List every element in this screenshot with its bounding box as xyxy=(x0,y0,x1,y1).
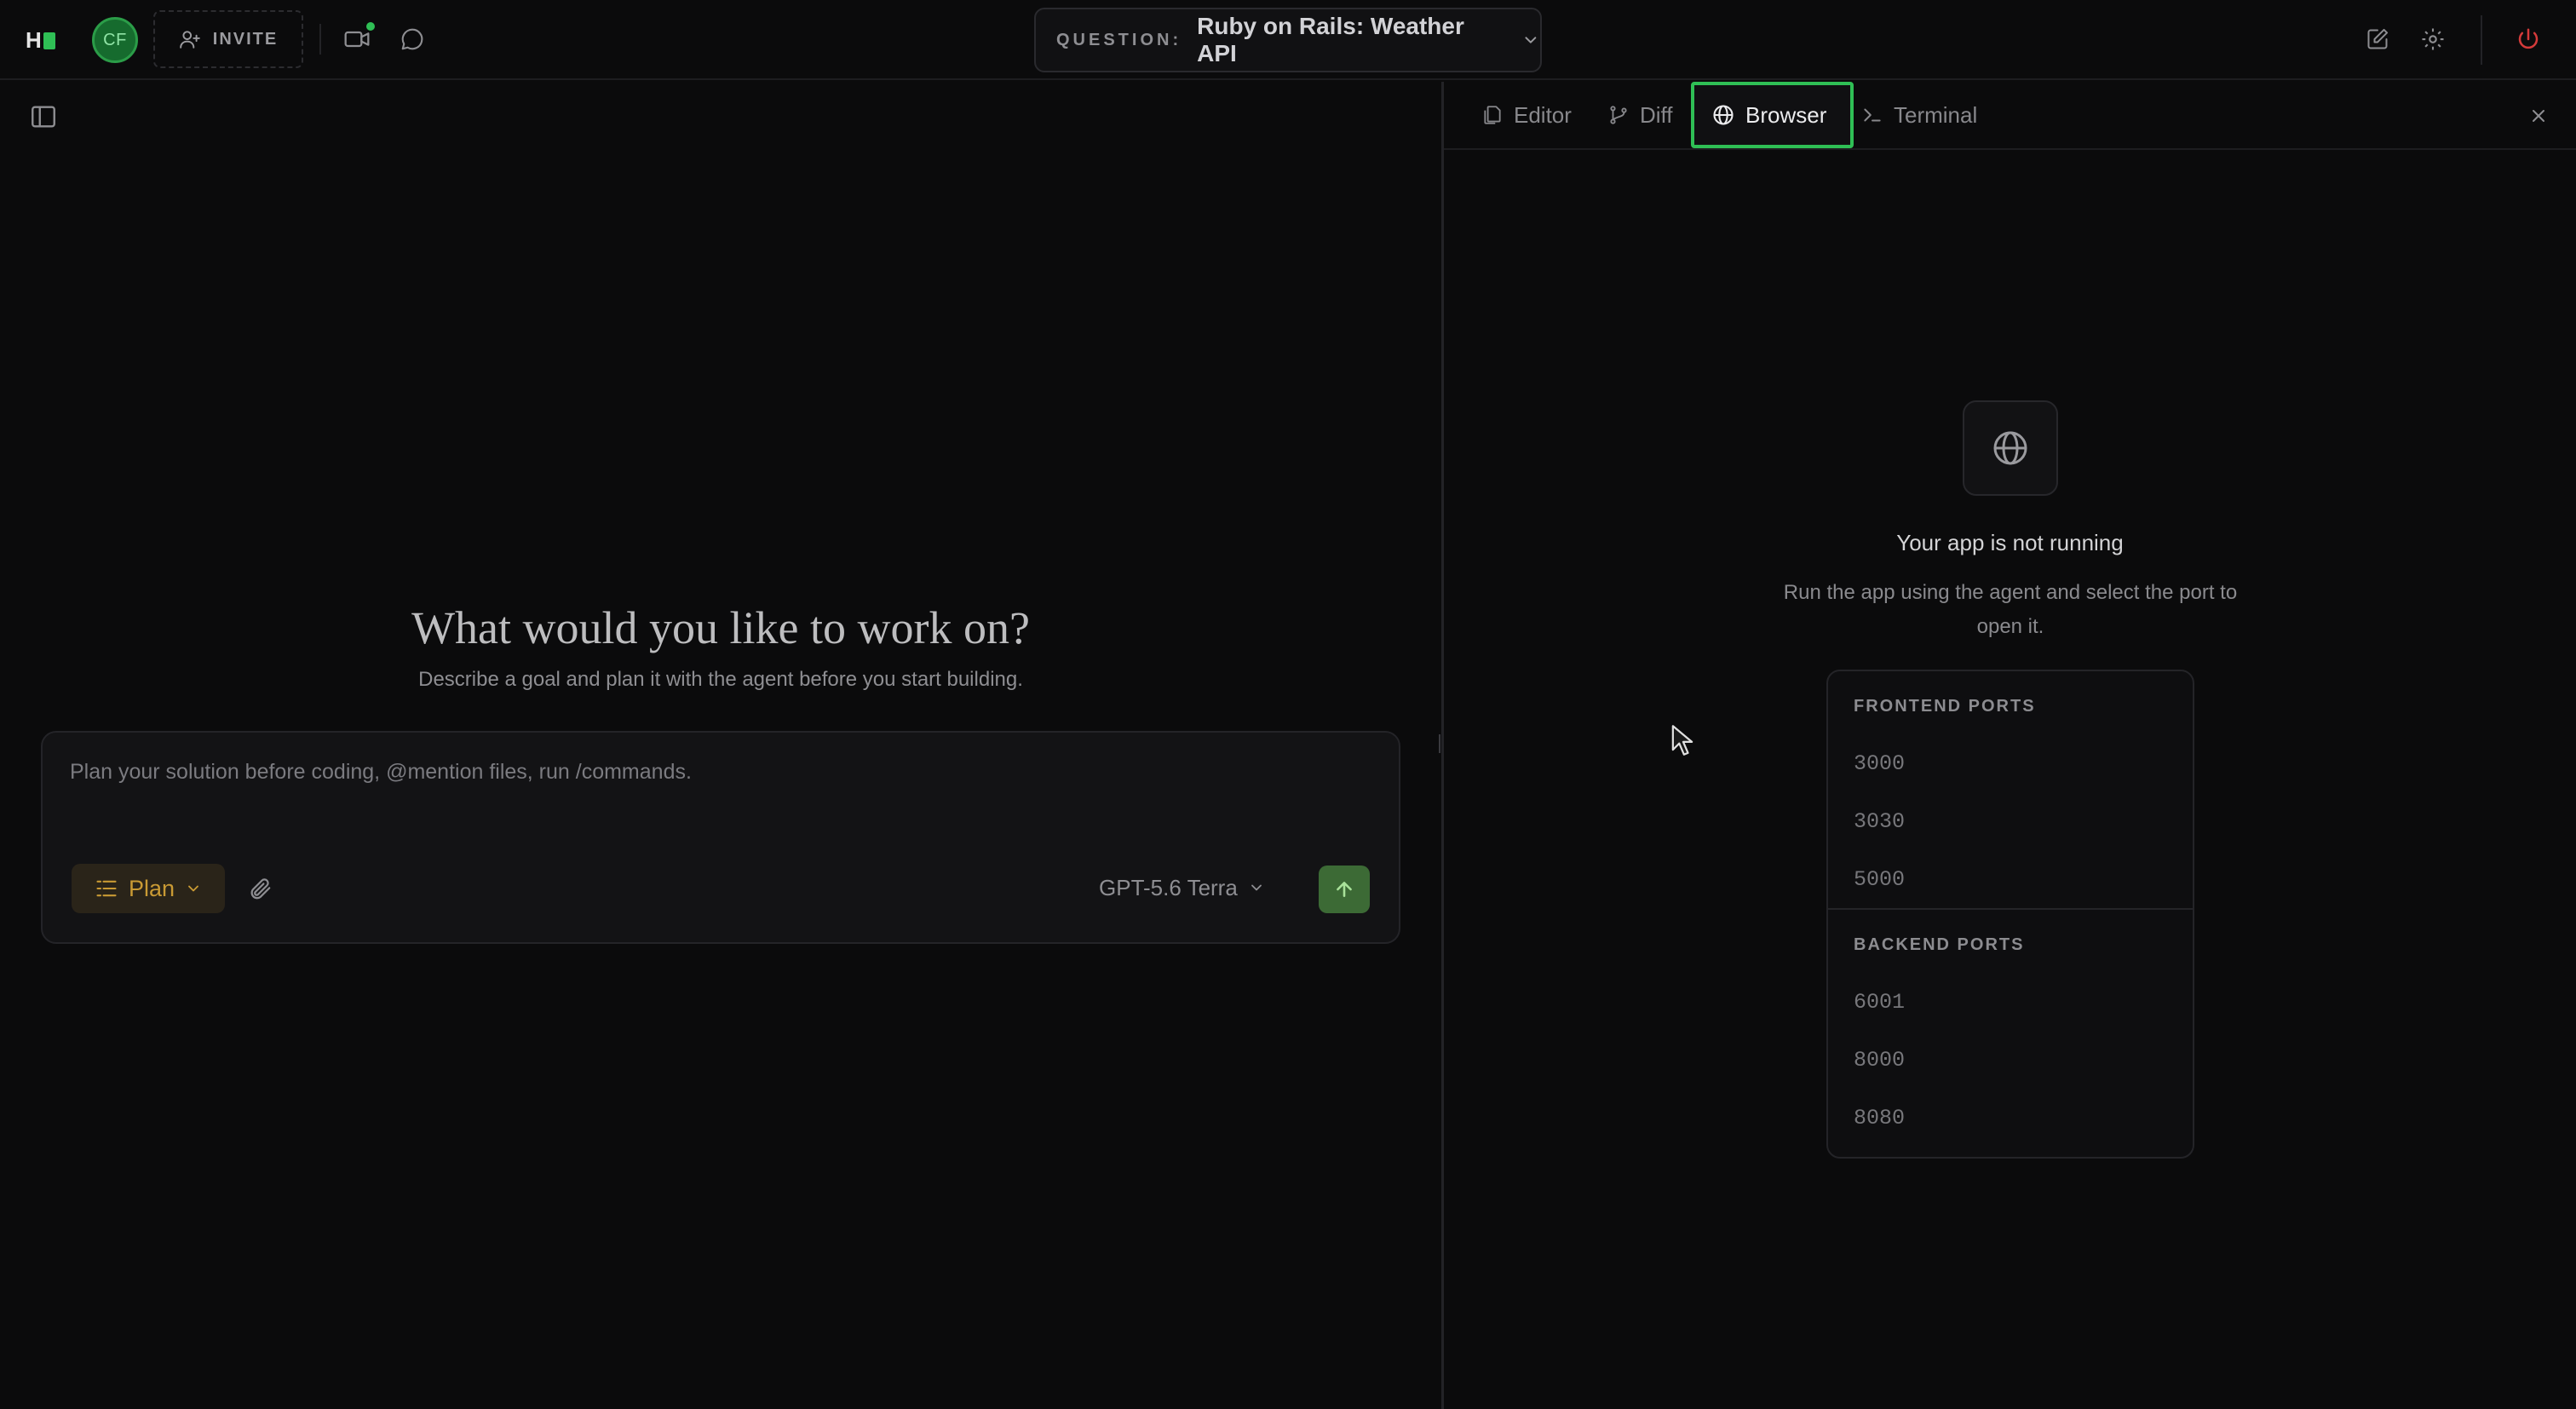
port-option[interactable]: 6001 xyxy=(1828,973,2193,1031)
chat-icon xyxy=(401,28,423,50)
send-button[interactable] xyxy=(1319,866,1370,913)
tab-browser[interactable]: Browser xyxy=(1691,82,1854,148)
app-status-title: Your app is not running xyxy=(1896,530,2124,555)
files-icon xyxy=(1484,106,1501,124)
tab-label: Terminal xyxy=(1894,101,1978,128)
mouse-cursor-icon xyxy=(1671,725,1693,756)
backend-ports-section: BACKEND PORTS 6001 8000 8080 xyxy=(1828,908,2193,1147)
port-option[interactable]: 3000 xyxy=(1828,734,2193,792)
page-subtitle: Describe a goal and plan it with the age… xyxy=(418,668,1023,691)
settings-button[interactable] xyxy=(2418,24,2448,55)
mode-select-button[interactable]: Plan xyxy=(72,864,225,913)
terminal-icon xyxy=(1864,108,1881,122)
composer: Plan GPT-5.6 Terra xyxy=(41,731,1400,944)
gear-icon xyxy=(2422,28,2444,50)
invite-button[interactable]: INVITE xyxy=(153,10,303,68)
user-avatar[interactable]: CF xyxy=(92,17,138,63)
question-selector[interactable]: QUESTION: Ruby on Rails: Weather API xyxy=(1034,8,1542,72)
top-bar: H CF INVITE QUESTION: Ruby on Rails: Wea… xyxy=(0,0,2576,80)
ports-list: FRONTEND PORTS 3000 3030 5000 BACKEND PO… xyxy=(1826,670,2194,1159)
mode-label: Plan xyxy=(128,875,175,901)
paperclip-icon xyxy=(250,878,271,900)
add-user-icon xyxy=(179,31,200,49)
tab-label: Browser xyxy=(1745,101,1827,128)
backend-ports-heading: BACKEND PORTS xyxy=(1854,935,2025,954)
tab-label: Editor xyxy=(1514,101,1572,128)
prompt-input[interactable] xyxy=(70,755,1348,789)
close-panel-button[interactable] xyxy=(2525,102,2552,129)
tab-terminal[interactable]: Terminal xyxy=(1861,82,1977,148)
plan-list-icon xyxy=(96,880,117,897)
frontend-ports-section: FRONTEND PORTS 3000 3030 5000 xyxy=(1828,671,2193,908)
logo-mark xyxy=(43,32,55,49)
live-indicator xyxy=(366,22,375,31)
port-option[interactable]: 8080 xyxy=(1828,1089,2193,1147)
port-option[interactable]: 5000 xyxy=(1828,850,2193,908)
close-icon xyxy=(2533,110,2544,122)
video-icon xyxy=(344,31,370,48)
chat-button[interactable] xyxy=(397,24,428,55)
invite-label: INVITE xyxy=(212,29,279,49)
sidebar-icon xyxy=(32,106,55,128)
tab-diff[interactable]: Diff xyxy=(1607,82,1673,148)
divider xyxy=(2481,15,2482,65)
end-session-button[interactable] xyxy=(2513,24,2544,55)
port-option[interactable]: 3030 xyxy=(1828,792,2193,850)
branch-icon xyxy=(1610,106,1627,124)
attach-button[interactable] xyxy=(244,872,276,905)
tab-bar: Editor Diff Browser Terminal xyxy=(1444,82,2576,150)
model-label: GPT-5.6 Terra xyxy=(1099,874,1238,900)
frontend-ports-heading: FRONTEND PORTS xyxy=(1854,697,2036,716)
logo-letter: H xyxy=(26,27,42,53)
arrow-up-icon xyxy=(1337,882,1352,897)
sidebar-toggle-button[interactable] xyxy=(29,102,60,133)
app-logo[interactable]: H xyxy=(26,29,55,51)
divider xyxy=(319,24,321,55)
question-title: Ruby on Rails: Weather API xyxy=(1197,13,1464,66)
page-title: What would you like to work on? xyxy=(411,602,1030,653)
browser-placeholder-icon xyxy=(1963,400,2058,496)
preview-panel: Editor Diff Browser Terminal Your app is… xyxy=(1444,82,2576,1409)
chevron-down-icon xyxy=(1251,884,1262,891)
new-session-button[interactable] xyxy=(2362,24,2393,55)
port-option[interactable]: 8000 xyxy=(1828,1031,2193,1089)
chevron-down-icon xyxy=(188,885,198,892)
tab-label: Diff xyxy=(1640,101,1673,128)
app-window: H CF INVITE QUESTION: Ruby on Rails: Wea… xyxy=(0,0,2576,1409)
agent-panel: What would you like to work on? Describe… xyxy=(0,82,1441,1409)
app-status-description: Run the app using the agent and select t… xyxy=(1783,581,2238,638)
globe-icon xyxy=(1713,105,1734,125)
power-icon xyxy=(2518,28,2539,49)
tab-editor[interactable]: Editor xyxy=(1481,82,1572,148)
question-label: QUESTION: xyxy=(1056,30,1182,49)
globe-icon xyxy=(1993,431,2027,465)
chevron-down-icon xyxy=(1525,37,1537,43)
edit-icon xyxy=(2367,28,2389,49)
model-select[interactable]: GPT-5.6 Terra xyxy=(1099,871,1265,905)
